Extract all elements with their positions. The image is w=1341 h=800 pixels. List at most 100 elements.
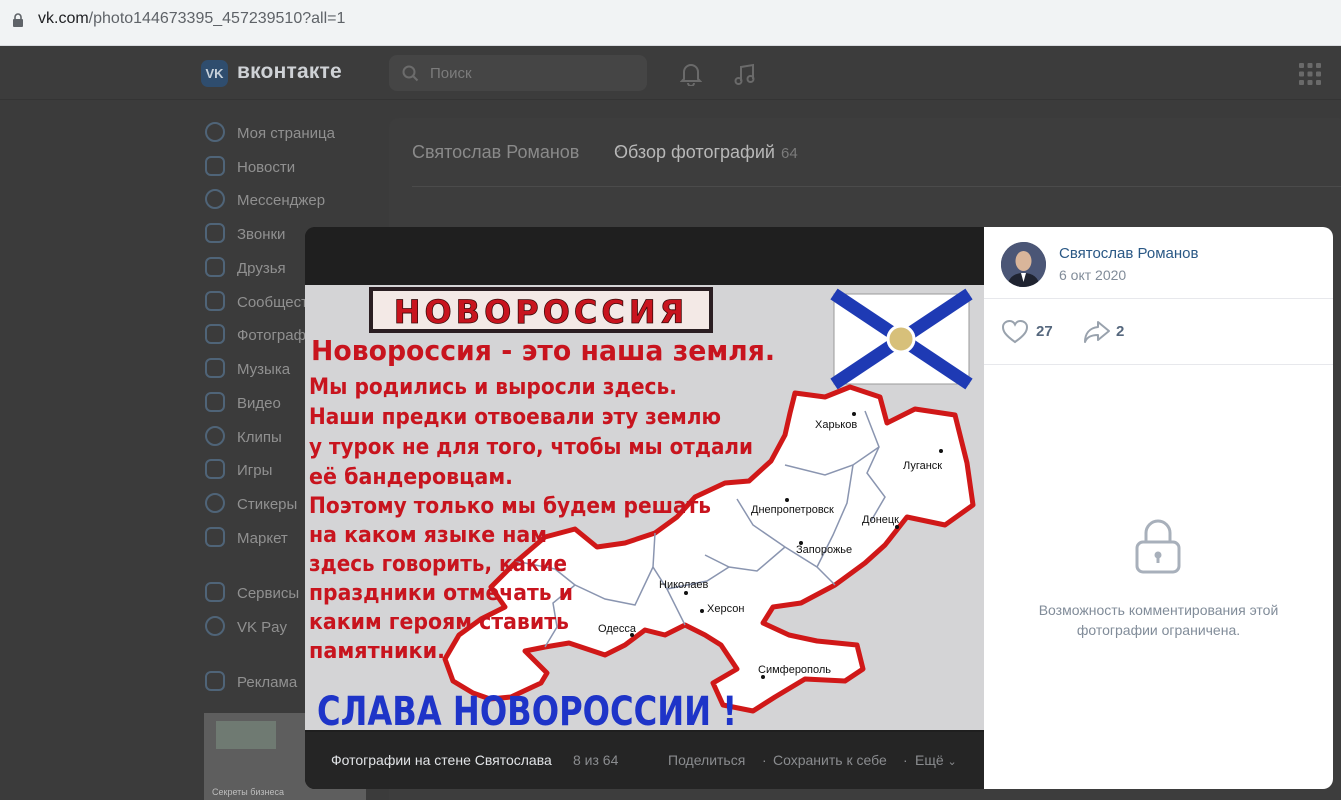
breadcrumb-owner[interactable]: Святослав Романов › (412, 140, 621, 163)
sidebar-item-label: Игры (237, 462, 273, 479)
photo-bottom-bar: Фотографии на стене Святослава 8 из 64 П… (305, 732, 984, 789)
city-label: Одесса (598, 623, 637, 635)
city-label: Николаев (659, 579, 709, 591)
author-link[interactable]: Святослав Романов (1059, 245, 1198, 262)
divider (984, 298, 1333, 299)
search-icon (402, 65, 419, 82)
page-title: Обзор фотографий (614, 142, 775, 162)
poster-line: на каком языке нам (309, 523, 547, 548)
vk-logo-text[interactable]: вконтакте (237, 60, 342, 84)
url-path: /photo144673395_457239510?all=1 (88, 10, 346, 27)
city-label: Донецк (862, 514, 899, 526)
album-link[interactable]: Фотографии на стене Святослава (331, 752, 552, 768)
vk-header: VK вконтакте Поиск (0, 46, 1341, 100)
search-placeholder: Поиск (430, 65, 472, 82)
sidebar-item-news[interactable]: Новости (200, 150, 390, 180)
sidebar-item-my-page[interactable]: Моя страница (200, 116, 390, 146)
photo-area[interactable]: НОВОРОССИЯ Харьков Луганск Днепропетровс… (305, 227, 984, 789)
share-arrow-icon (1084, 321, 1110, 343)
video-icon (205, 392, 225, 412)
poster-headline: Новороссия - это наша земля. (311, 334, 775, 367)
lock-icon (13, 13, 23, 27)
like-count: 27 (1036, 323, 1053, 340)
ad-image (216, 721, 276, 749)
share-count: 2 (1116, 323, 1125, 340)
sidebar-item-label: Стикеры (237, 496, 298, 513)
city-label: Луганск (903, 460, 942, 472)
comments-disabled-text: Возможность комментирования этой фотогра… (984, 600, 1333, 640)
comments-disabled-line: Возможность комментирования этой (1038, 602, 1279, 618)
photo-position: 8 из 64 (573, 752, 619, 768)
sidebar-item-label: Новости (237, 159, 296, 176)
search-input[interactable]: Поиск (389, 55, 647, 91)
poster-line: праздники отмечать и (309, 581, 573, 606)
apps-grid-icon[interactable] (1299, 63, 1321, 85)
user-circle-icon (205, 122, 225, 142)
poster-line: каким героям ставить (309, 610, 569, 635)
poster-line: Наши предки отвоевали эту землю (309, 405, 721, 430)
ad-caption: Секреты бизнеса (212, 787, 285, 797)
divider (412, 186, 1341, 187)
sidebar-item-label: Клипы (237, 429, 282, 446)
dot-separator: · (903, 752, 908, 768)
city-label: Запорожье (796, 544, 852, 556)
news-icon (205, 156, 225, 176)
poster-title: НОВОРОССИЯ (394, 293, 689, 331)
browser-address-bar[interactable]: vk.com/photo144673395_457239510?all=1 (0, 0, 1341, 46)
sidebar-item-label: Мессенджер (237, 192, 326, 209)
city-label: Симферополь (758, 664, 831, 676)
lock-icon (1135, 519, 1181, 574)
sidebar-item-label: Музыка (237, 361, 291, 378)
poster-line: Поэтому только мы будем решать (309, 494, 711, 519)
market-icon (205, 527, 225, 547)
games-icon (205, 459, 225, 479)
breadcrumb-section: Обзор фотографий 64 (614, 142, 798, 163)
poster-line: у турок не для того, чтобы мы отдали (309, 435, 753, 460)
chevron-down-icon: ⌄ (947, 756, 957, 768)
phone-icon (205, 223, 225, 243)
message-icon (205, 189, 225, 209)
photo-info-panel: Святослав Романов 6 окт 2020 27 2 Возмож… (984, 227, 1333, 789)
stickers-icon (205, 493, 225, 513)
vkpay-icon (205, 616, 225, 636)
sidebar-item-label: Маркет (237, 530, 288, 547)
avatar-portrait-icon (1001, 242, 1046, 287)
url-host: vk.com (38, 10, 89, 27)
dot-separator: · (762, 752, 767, 768)
bell-icon[interactable] (680, 62, 702, 86)
city-label: Харьков (815, 419, 857, 431)
sidebar-item-label: Моя страница (237, 125, 335, 142)
poster-slogan: СЛАВА НОВОРОССИИ ! (317, 689, 737, 730)
more-label: Ещё (915, 752, 944, 768)
url-text: vk.com/photo144673395_457239510?all=1 (38, 10, 345, 28)
save-button[interactable]: Сохранить к себе (773, 752, 887, 768)
sidebar-item-label: Фотограф (237, 327, 306, 344)
share-button[interactable]: Поделиться (668, 752, 745, 768)
photo-count: 64 (780, 145, 798, 162)
city-label: Днепропетровск (751, 504, 834, 516)
poster-line: памятники. (309, 639, 445, 664)
poster-line: здесь говорить, какие (309, 552, 567, 577)
sidebar-item-messenger[interactable]: Мессенджер (200, 183, 390, 213)
more-button[interactable]: Ещё ⌄ (915, 752, 957, 768)
post-date[interactable]: 6 окт 2020 (1059, 267, 1126, 283)
photo-viewer: НОВОРОССИЯ Харьков Луганск Днепропетровс… (305, 227, 1333, 789)
breadcrumb-owner-label: Святослав Романов (412, 142, 580, 162)
avatar[interactable] (1001, 242, 1046, 287)
poster-line: Мы родились и выросли здесь. (309, 375, 677, 400)
music-icon[interactable] (733, 62, 757, 86)
services-icon (205, 582, 225, 602)
music-icon (205, 358, 225, 378)
sidebar-item-label: Друзья (237, 260, 286, 277)
ads-icon (205, 671, 225, 691)
vk-logo-icon[interactable]: VK (201, 60, 228, 87)
photo-icon (205, 324, 225, 344)
heart-icon (1001, 319, 1029, 344)
poster-image[interactable]: НОВОРОССИЯ Харьков Луганск Днепропетровс… (305, 285, 984, 730)
sidebar-item-label: Видео (237, 395, 281, 412)
city-label: Херсон (707, 603, 744, 615)
novorossia-flag-icon (830, 288, 973, 390)
clips-icon (205, 426, 225, 446)
comments-disabled-line: фотографии ограничена. (1076, 622, 1241, 638)
communities-icon (205, 291, 225, 311)
